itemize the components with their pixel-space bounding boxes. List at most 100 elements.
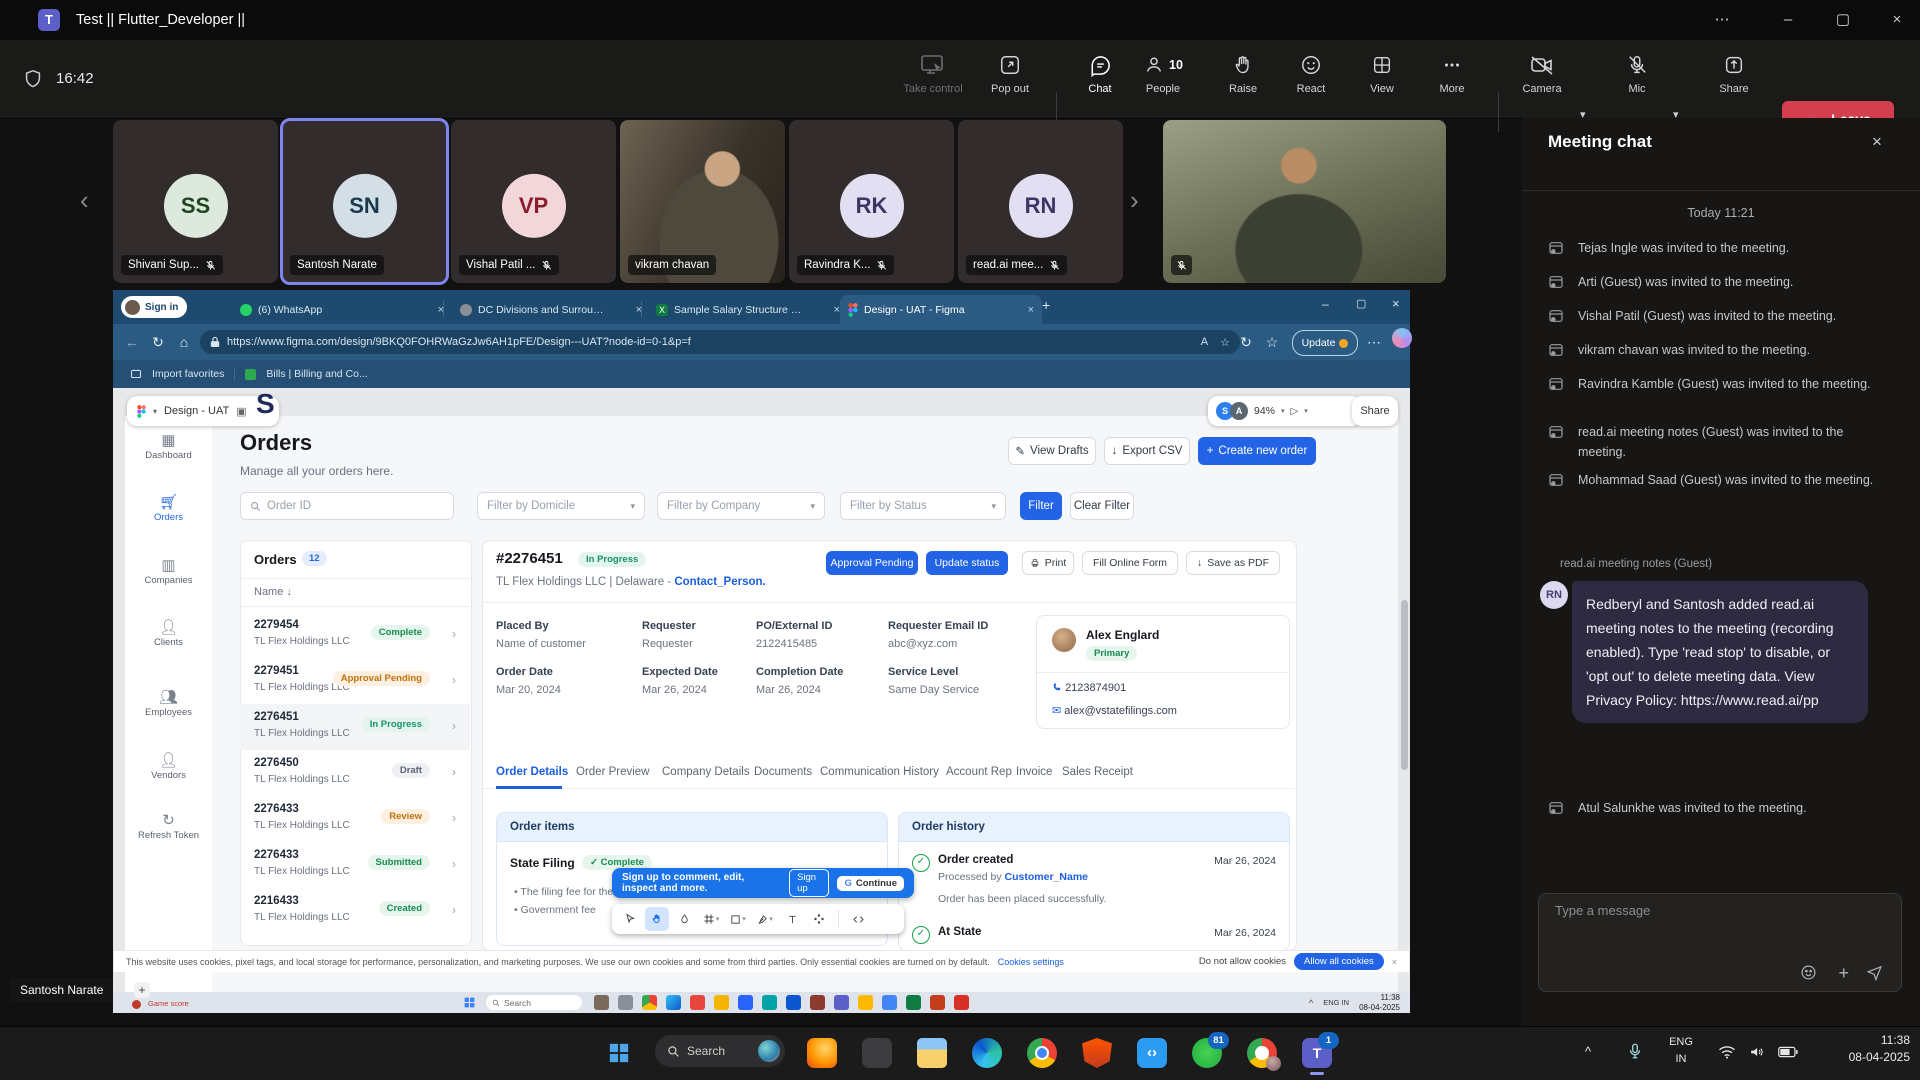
frame-tool-icon[interactable]: ▾ [699,907,723,931]
google-continue-button[interactable]: G Continue [837,876,904,891]
pen-tool-icon[interactable]: ▾ [753,907,777,931]
customer-name-link[interactable]: Customer_Name [1005,871,1088,883]
component-tool-icon[interactable] [807,907,831,931]
clear-filter-button[interactable]: Clear Filter [1070,492,1134,520]
menu-chevron-icon[interactable]: ▾ [153,407,157,416]
window-close-button[interactable]: × [1874,0,1920,40]
window-maximize-button[interactable]: ▢ [1820,0,1866,40]
update-status-button[interactable]: Update status [926,551,1008,575]
hand-tool-icon[interactable] [645,907,669,931]
tray-chevron-icon[interactable]: ^ [1585,1044,1591,1059]
address-bar[interactable]: https://www.figma.com/design/9BKQ0FOHRWa… [200,330,1240,354]
presenter-plus-button[interactable]: + [134,982,150,998]
browser-close-icon[interactable]: × [1392,296,1400,311]
remote-app-icon[interactable] [594,995,609,1010]
remote-powerpoint-icon[interactable] [930,995,945,1010]
remote-start-icon[interactable] [463,996,476,1009]
tab-order-details[interactable]: Order Details [496,766,568,778]
taskbar-app-icon[interactable] [862,1038,892,1068]
pop-out-button[interactable]: Pop out [978,50,1042,108]
move-tool-icon[interactable] [618,907,642,931]
more-button[interactable]: More [1420,50,1484,108]
save-as-pdf-button[interactable]: ↓ Save as PDF [1186,551,1280,575]
taskbar-vscode-icon[interactable]: ‹› [1137,1038,1167,1068]
raise-hand-button[interactable]: Raise [1211,50,1275,108]
attach-plus-icon[interactable]: + [1838,963,1849,984]
page-scrollbar[interactable] [1401,600,1408,770]
update-button[interactable]: Update [1292,330,1358,356]
tab-order-preview[interactable]: Order Preview [576,766,650,778]
remote-acrobat-icon[interactable] [954,995,969,1010]
tiles-scroll-left-icon[interactable]: ‹ [80,185,89,216]
video-tile-santosh[interactable]: SN Santosh Narate [282,120,447,283]
video-tile-vikram[interactable]: vikram chavan [620,120,785,283]
order-id-filter-input[interactable]: Order ID [240,492,454,520]
order-row[interactable]: 2216433TL Flex Holdings LLC Created › [240,888,470,934]
collections-icon[interactable]: ☆ [1260,324,1284,360]
back-icon[interactable]: ← [120,324,144,360]
deny-cookies-button[interactable]: Do not allow cookies [1199,956,1286,967]
allow-cookies-button[interactable]: Allow all cookies [1294,953,1384,970]
remote-app-icon[interactable] [786,995,801,1010]
share-button[interactable]: Share [1702,50,1766,108]
video-tile-ravindra[interactable]: RK Ravindra K... [789,120,954,283]
sidebar-item-vendors[interactable]: 👤︎ Vendors [125,752,212,781]
sidebar-item-dashboard[interactable]: ▦ Dashboard [125,432,212,461]
refresh-icon[interactable]: ↻ [146,324,170,360]
taskbar-explorer-icon[interactable] [917,1038,947,1068]
home-icon[interactable]: ⌂ [172,324,196,360]
sidebar-item-companies[interactable]: ▥ Companies [125,557,212,586]
remote-opera-icon[interactable] [690,995,705,1010]
order-row[interactable]: 2276433TL Flex Holdings LLC Submitted › [240,842,470,888]
window-more-icon[interactable]: ⋯ [1699,0,1745,40]
taskbar-chrome-profile-icon[interactable] [1247,1038,1277,1068]
remote-edge-icon[interactable] [666,995,681,1010]
browser-profile-button[interactable]: Sign in [121,296,187,318]
video-tile-shivani[interactable]: SS Shivani Sup... [113,120,278,283]
remote-app-icon[interactable] [738,995,753,1010]
taskbar-chrome-icon[interactable] [1027,1038,1057,1068]
browser-maximize-icon[interactable]: ▢ [1356,297,1366,310]
approval-pending-button[interactable]: Approval Pending [826,551,918,575]
tab-communication-history[interactable]: Communication History [820,766,939,778]
chat-message-input[interactable] [1553,902,1877,919]
tab-invoice[interactable]: Invoice [1016,766,1052,778]
video-tile-vishal[interactable]: VP Vishal Patil ... [451,120,616,283]
cookie-settings-link[interactable]: Cookies settings [998,957,1064,967]
print-button[interactable]: Print [1022,551,1074,575]
video-tile-spotlight[interactable] [1163,120,1446,283]
remote-folder-icon[interactable] [714,995,729,1010]
remote-language[interactable]: ENG IN [1323,998,1349,1007]
filter-domicile-select[interactable]: Filter by Domicile▾ [477,492,645,520]
view-drafts-button[interactable]: ✎ View Drafts [1008,437,1096,465]
remote-app-icon[interactable] [762,995,777,1010]
taskbar-teams-icon[interactable]: T 1 [1302,1038,1332,1068]
taskbar-whatsapp-icon[interactable]: 81 [1192,1038,1222,1068]
export-csv-button[interactable]: ↓ Export CSV [1104,437,1190,465]
tray-battery-icon[interactable] [1778,1046,1798,1058]
react-button[interactable]: React [1279,50,1343,108]
contact-person-link[interactable]: Contact_Person. [674,576,765,588]
present-icon[interactable]: ▷ [1291,406,1299,417]
browser-essentials-icon[interactable]: ↻ [1234,324,1258,360]
rectangle-tool-icon[interactable]: ▾ [726,907,750,931]
zoom-level[interactable]: 94% [1254,405,1275,417]
taskbar-clock[interactable]: 11:3808-04-2025 [1828,1032,1910,1066]
remote-app-icon[interactable] [810,995,825,1010]
tab-sales-receipt[interactable]: Sales Receipt [1062,766,1133,778]
order-row[interactable]: 2279451TL Flex Holdings LLC Approval Pen… [240,658,470,704]
tray-volume-icon[interactable] [1748,1044,1765,1060]
bookmark-import-favorites[interactable]: Import favorites [152,368,224,380]
sidebar-item-employees[interactable]: 👥︎ Employees [125,689,212,718]
remote-search-box[interactable]: Search [486,995,582,1010]
read-aloud-icon[interactable]: A [1201,336,1208,349]
browser-tab-figma-active[interactable]: Design - UAT - Figma × [840,295,1042,324]
sidebar-item-orders[interactable]: 🛒︎ Orders [125,494,212,523]
tray-wifi-icon[interactable] [1718,1045,1736,1059]
list-column-name[interactable]: Name ↓ [254,586,292,598]
browser-tab-whatsapp[interactable]: (6) WhatsApp × [232,295,452,324]
text-tool-icon[interactable] [780,907,804,931]
browser-tab-excel[interactable]: X Sample Salary Structure with calc × [648,295,848,324]
order-row[interactable]: 2276433TL Flex Holdings LLC Review › [240,796,470,842]
remote-app-icon[interactable] [618,995,633,1010]
